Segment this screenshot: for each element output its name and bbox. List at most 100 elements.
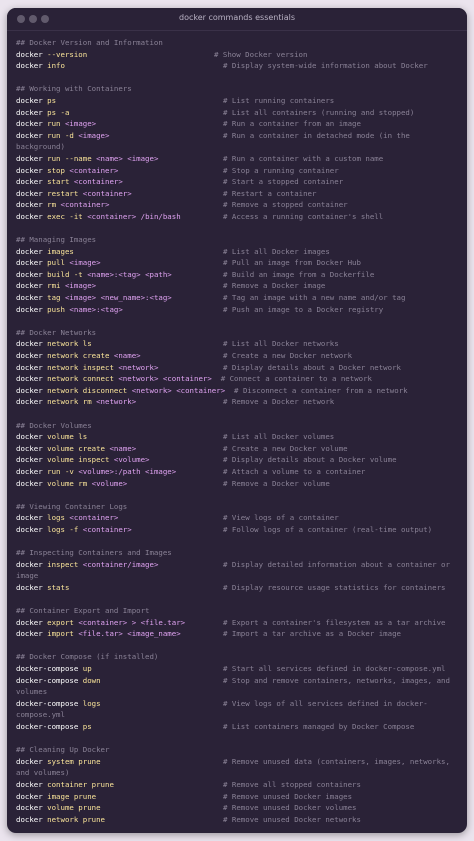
description-continuation: and volumes) (16, 768, 70, 778)
command-keyword: logs (82, 698, 101, 708)
command-description: # Remove unused Docker networks (223, 814, 361, 824)
command-name: docker (16, 443, 43, 453)
command-keyword: push (47, 304, 65, 314)
command-name: docker (16, 246, 43, 256)
command-name: docker (16, 188, 43, 198)
command-description: # Run a container in detached mode (in t… (223, 130, 410, 140)
command-line: docker network ls # List all Docker netwo… (16, 338, 461, 350)
command-name: docker-compose (16, 722, 79, 732)
command-name: docker (16, 293, 43, 303)
section-heading: ## Inspecting Containers and Images (16, 548, 172, 558)
command-line: docker volume rm <volume> # Remove a Dock… (16, 478, 461, 490)
command-name: docker (16, 791, 43, 801)
command-name: docker (16, 513, 43, 523)
command-description: # Show Docker version (214, 49, 308, 59)
command-name: docker (16, 803, 43, 813)
command-line: docker stop <container> # Stop a running … (16, 165, 461, 177)
command-arguments: <container> > <file.tar> (78, 617, 186, 627)
command-keyword: info (47, 61, 65, 71)
command-name: docker (16, 61, 43, 71)
command-arguments: <container> (82, 524, 132, 534)
command-description: # Pull an image from Docker Hub (223, 258, 361, 268)
command-line: docker pull <image> # Pull an image from … (16, 257, 461, 269)
command-arguments: <name> (113, 351, 141, 361)
command-arguments: <image> (78, 130, 110, 140)
command-line: docker volume ls # List all Docker volume… (16, 431, 461, 443)
command-name: docker (16, 95, 43, 105)
command-line: docker volume prune # Remove unused Docke… (16, 802, 461, 814)
command-line: docker tag <image> <new_name>:<tag> # Tag… (16, 292, 461, 304)
command-keyword: network disconnect (47, 385, 128, 395)
command-name: docker (16, 153, 43, 163)
command-description: # Create a new Docker volume (223, 443, 348, 453)
command-line: docker run -d <image> # Run a container i… (16, 130, 461, 142)
command-name: docker (16, 269, 43, 279)
command-keyword: run --name (47, 153, 92, 163)
command-arguments: <name>:<tag> <path> (87, 269, 172, 279)
command-arguments: <network> (96, 397, 137, 407)
command-keyword: network inspect (47, 362, 114, 372)
command-line: docker push <name>:<tag> # Push an image … (16, 304, 461, 316)
command-keyword: network connect (47, 374, 114, 384)
command-name: docker (16, 756, 43, 766)
command-line: docker rmi <image> # Remove a Docker imag… (16, 280, 461, 292)
command-description: # Display details about a Docker network (223, 362, 401, 372)
command-description: # Create a new Docker network (223, 351, 353, 361)
command-description: # Display detailed information about a c… (223, 559, 450, 569)
command-description: # Export a container's filesystem as a t… (223, 617, 446, 627)
command-keyword: stop (47, 165, 65, 175)
command-name: docker (16, 177, 43, 187)
command-description: # Follow logs of a container (real-time … (223, 524, 433, 534)
code-block: ## Docker Version and Information docker … (16, 37, 461, 825)
command-keyword: exec -it (47, 211, 83, 221)
command-description: # Tag an image with a new name and/or ta… (223, 293, 406, 303)
command-name: docker (16, 49, 43, 59)
section-heading: ## Working with Containers (16, 84, 132, 94)
command-description: # Attach a volume to a container (223, 466, 366, 476)
section-heading: ## Docker Version and Information (16, 38, 163, 47)
command-line: docker run --name <name> <image> # Run a … (16, 153, 461, 165)
command-line: docker volume inspect <volume> # Display … (16, 454, 461, 466)
command-name: docker (16, 258, 43, 268)
command-name: docker (16, 524, 43, 534)
command-arguments: <volume> (113, 455, 150, 465)
command-line: docker-compose up # Start all services de… (16, 663, 461, 675)
command-keyword: network ls (47, 339, 92, 349)
command-keyword: images (47, 246, 74, 256)
command-keyword: --version (47, 49, 88, 59)
command-keyword: import (47, 629, 74, 639)
command-keyword: start (47, 177, 70, 187)
command-keyword: rmi (47, 281, 61, 291)
command-keyword: rm (47, 200, 57, 210)
command-arguments: <name>:<tag> (69, 304, 123, 314)
command-name: docker (16, 130, 43, 140)
command-name: docker-compose (16, 664, 79, 674)
command-line: docker-compose ps # List containers manag… (16, 721, 461, 733)
command-description: # Remove a Docker network (223, 397, 335, 407)
command-description: # Restart a container (223, 188, 317, 198)
command-arguments: <container> /bin/bash (87, 211, 181, 221)
command-line: docker network prune # Remove unused Dock… (16, 814, 461, 826)
command-line: docker --version # Show Docker version (16, 49, 461, 61)
command-description: # Run a container with a custom name (223, 153, 384, 163)
section-heading: ## Cleaning Up Docker (16, 745, 110, 755)
command-line: docker ps -a # List all containers (runni… (16, 107, 461, 119)
command-keyword: down (82, 675, 101, 685)
command-name: docker (16, 107, 43, 117)
command-name: docker (16, 559, 43, 569)
command-description: # View logs of all services defined in d… (223, 698, 428, 708)
command-line: docker system prune # Remove unused data … (16, 756, 461, 768)
command-keyword: volume ls (47, 432, 88, 442)
command-description: # Stop and remove containers, networks, … (223, 675, 450, 685)
command-name: docker (16, 397, 43, 407)
command-description: # Display resource usage statistics for … (223, 582, 446, 592)
command-line: docker stats # Display resource usage sta… (16, 582, 461, 594)
command-description: # Remove all stopped containers (223, 780, 361, 789)
command-line: docker info # Display system-wide informa… (16, 60, 461, 72)
command-line: docker logs -f <container> # Follow logs … (16, 524, 461, 536)
command-description: # Access a running container's shell (223, 211, 384, 221)
